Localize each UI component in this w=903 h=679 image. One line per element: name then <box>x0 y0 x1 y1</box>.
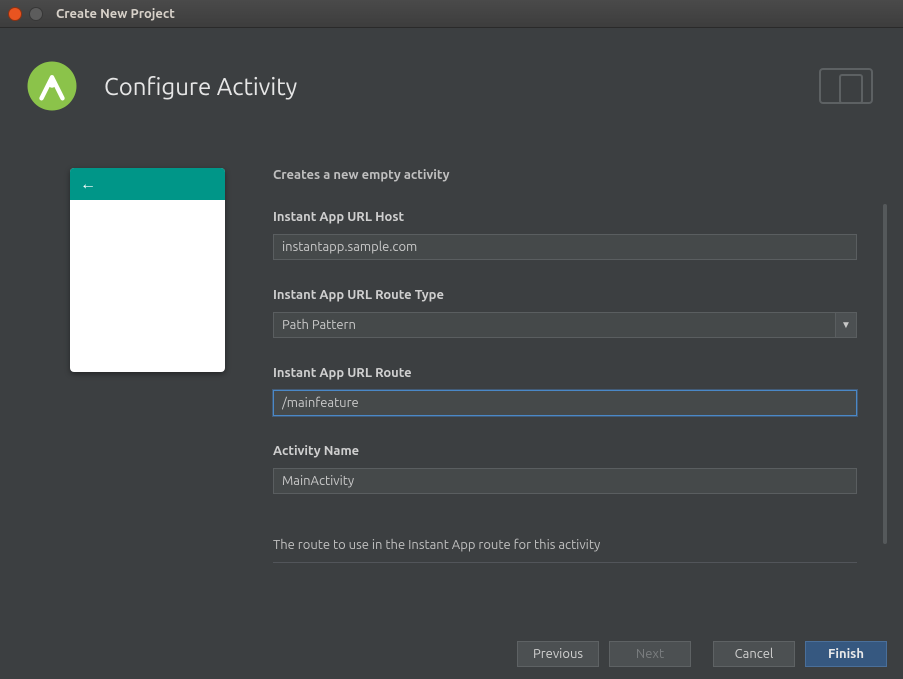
form-description: Creates a new empty activity <box>273 168 857 182</box>
page-title: Configure Activity <box>104 73 819 100</box>
previous-button[interactable]: Previous <box>517 641 599 667</box>
scrollbar[interactable] <box>883 204 887 544</box>
android-studio-icon <box>24 58 80 114</box>
label-route-type: Instant App URL Route Type <box>273 288 857 302</box>
wizard-footer: Previous Next Cancel Finish <box>0 629 903 679</box>
window-title: Create New Project <box>56 7 175 21</box>
window-titlebar: Create New Project <box>0 0 903 28</box>
cancel-button[interactable]: Cancel <box>713 641 795 667</box>
preview-appbar: ← <box>70 168 225 200</box>
finish-button[interactable]: Finish <box>805 641 887 667</box>
input-url-host[interactable] <box>273 234 857 260</box>
chevron-down-icon[interactable]: ▼ <box>835 312 857 338</box>
device-preview-icon <box>819 68 873 104</box>
label-activity-name: Activity Name <box>273 444 857 458</box>
activity-preview: ← <box>70 168 225 372</box>
form-panel: Creates a new empty activity Instant App… <box>273 168 873 563</box>
select-route-type[interactable]: ▼ <box>273 312 857 338</box>
back-arrow-icon: ← <box>80 176 96 192</box>
input-activity-name[interactable] <box>273 468 857 494</box>
label-url-route: Instant App URL Route <box>273 366 857 380</box>
wizard-header: Configure Activity <box>0 28 903 138</box>
label-url-host: Instant App URL Host <box>273 210 857 224</box>
minimize-icon[interactable] <box>29 7 43 21</box>
select-route-type-value[interactable] <box>273 312 835 338</box>
close-icon[interactable] <box>8 7 22 21</box>
next-button: Next <box>609 641 691 667</box>
hint-text: The route to use in the Instant App rout… <box>273 538 857 563</box>
input-url-route[interactable] <box>273 390 857 416</box>
